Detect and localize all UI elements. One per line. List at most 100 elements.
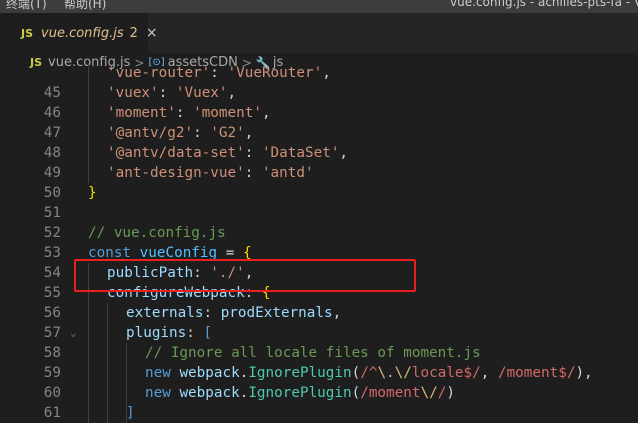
chevron-down-icon[interactable]: ⌄	[70, 323, 77, 343]
line-number: 58	[43, 345, 61, 361]
code-token: locale$/	[411, 365, 481, 381]
code-line: 60 new webpack.IgnorePlugin(/moment\//)	[0, 383, 638, 403]
code-token: ,	[322, 65, 331, 81]
code-text: '@antv/data-set': 'DataSet',	[107, 143, 348, 163]
code-token: 'VueRouter'	[227, 65, 323, 81]
code-line: 'vue-router': 'VueRouter',	[0, 63, 638, 83]
code-line: 59 new webpack.IgnorePlugin(/^\.\/locale$…	[0, 363, 638, 383]
line-number: 46	[43, 105, 61, 121]
code-line: 49 'ant-design-vue': 'antd'	[0, 163, 638, 183]
code-token: /moment$/	[497, 365, 576, 381]
code-token: 'ant-design-vue'	[107, 165, 245, 181]
code-editor[interactable]: 'vue-router': 'VueRouter', 45 'vuex': 'Vu…	[0, 63, 638, 423]
code-token: ),	[575, 365, 593, 381]
code-text: 'vuex': 'Vuex',	[107, 83, 236, 103]
code-line: 56 externals: prodExternals,	[0, 303, 638, 323]
line-number: 60	[43, 385, 61, 401]
tab-label: vue.config.js	[41, 25, 124, 41]
code-line: 58 // Ignore all locale files of moment.j…	[0, 343, 638, 363]
red-highlight-box	[74, 259, 416, 292]
problem-count-badge: 2	[129, 25, 138, 41]
code-text: plugins: [	[126, 323, 212, 343]
tab-vue-config[interactable]: JS vue.config.js 2 ×	[0, 13, 158, 53]
close-icon[interactable]: ×	[146, 25, 158, 41]
code-token: (	[351, 385, 361, 401]
code-token: IgnorePlugin	[248, 385, 352, 401]
code-token: prodExternals	[220, 305, 333, 321]
code-line: 45 'vuex': 'Vuex',	[0, 83, 638, 103]
code-text: 'moment': 'moment',	[107, 103, 271, 123]
title-bar: 终端(T) 帮助(H) vue.config.js - achilles-pts…	[0, 0, 638, 13]
code-token: :	[158, 85, 176, 101]
code-token: // vue.config.js	[88, 225, 226, 241]
code-token: ]	[126, 405, 135, 421]
code-text: ]	[126, 403, 135, 423]
code-token: ,	[332, 305, 342, 321]
code-token: 'vuex'	[107, 85, 159, 101]
code-line: 57 ⌄ plugins: [	[0, 323, 638, 343]
code-token: plugins	[126, 325, 187, 341]
code-text: 'ant-design-vue': 'antd'	[107, 163, 314, 183]
line-number: 48	[43, 145, 61, 161]
code-text: new webpack.IgnorePlugin(/moment\//)	[145, 383, 455, 403]
line-number: 55	[43, 285, 61, 301]
code-token: :	[186, 325, 204, 341]
js-file-icon: JS	[21, 26, 34, 40]
code-token: 'moment'	[193, 105, 262, 121]
code-token: ,	[261, 105, 271, 121]
code-text: externals: prodExternals,	[126, 303, 341, 323]
code-text: // Ignore all locale files of moment.js	[145, 343, 481, 363]
code-token: new	[145, 385, 180, 401]
code-token: \/	[420, 385, 438, 401]
menu-terminal[interactable]: 终端(T)	[6, 0, 47, 12]
code-token: '@antv/data-set'	[107, 145, 245, 161]
line-number: 61	[43, 405, 61, 421]
code-token: '@antv/g2'	[107, 125, 194, 141]
code-token: /^	[360, 365, 378, 381]
menu-help[interactable]: 帮助(H)	[64, 0, 106, 12]
code-token: :	[203, 305, 221, 321]
line-number: 53	[43, 245, 61, 261]
code-token: ,	[339, 145, 349, 161]
line-number: 52	[43, 225, 61, 241]
code-line: 46 'moment': 'moment',	[0, 103, 638, 123]
code-token: :	[193, 125, 211, 141]
line-number: 59	[43, 365, 61, 381]
tab-bar: JS vue.config.js 2 ×	[0, 13, 638, 53]
code-line: 47 '@antv/g2': 'G2',	[0, 123, 638, 143]
line-number: 47	[43, 125, 61, 141]
code-token: 'DataSet'	[261, 145, 340, 161]
code-token: externals	[126, 305, 204, 321]
code-token: /moment	[360, 385, 421, 401]
code-token: webpack	[179, 385, 240, 401]
code-token: new	[145, 365, 180, 381]
code-token: \/	[394, 365, 412, 381]
line-number: 57	[43, 325, 61, 341]
code-text: 'vue-router': 'VueRouter',	[107, 63, 331, 83]
code-token: 'antd'	[261, 165, 314, 181]
window-title: vue.config.js - achilles-pts-fa - Visual	[450, 0, 638, 9]
code-token: ,	[244, 125, 254, 141]
code-line: 51	[0, 203, 638, 223]
line-number: 49	[43, 165, 61, 181]
line-number: 56	[43, 305, 61, 321]
code-token: // Ignore all locale files of moment.js	[145, 345, 481, 361]
code-token: ,	[480, 365, 498, 381]
code-line: 48 '@antv/data-set': 'DataSet',	[0, 143, 638, 163]
code-token: )	[446, 385, 455, 401]
code-text: '@antv/g2': 'G2',	[107, 123, 253, 143]
code-token: :	[175, 105, 194, 121]
code-token: [	[203, 325, 213, 341]
code-text: new webpack.IgnorePlugin(/^\.\/locale$/,…	[145, 363, 593, 383]
code-token: 'vue-router'	[107, 65, 211, 81]
code-token: :	[244, 145, 262, 161]
code-line: 52 // vue.config.js	[0, 223, 638, 243]
code-text: // vue.config.js	[88, 223, 226, 243]
code-token: ,	[227, 85, 237, 101]
code-token: 'G2'	[210, 125, 245, 141]
code-line: 61]	[0, 403, 638, 423]
code-token: 'Vuex'	[175, 85, 228, 101]
code-text: }	[88, 183, 97, 203]
code-token: \.	[377, 365, 395, 381]
line-number: 54	[43, 265, 61, 281]
